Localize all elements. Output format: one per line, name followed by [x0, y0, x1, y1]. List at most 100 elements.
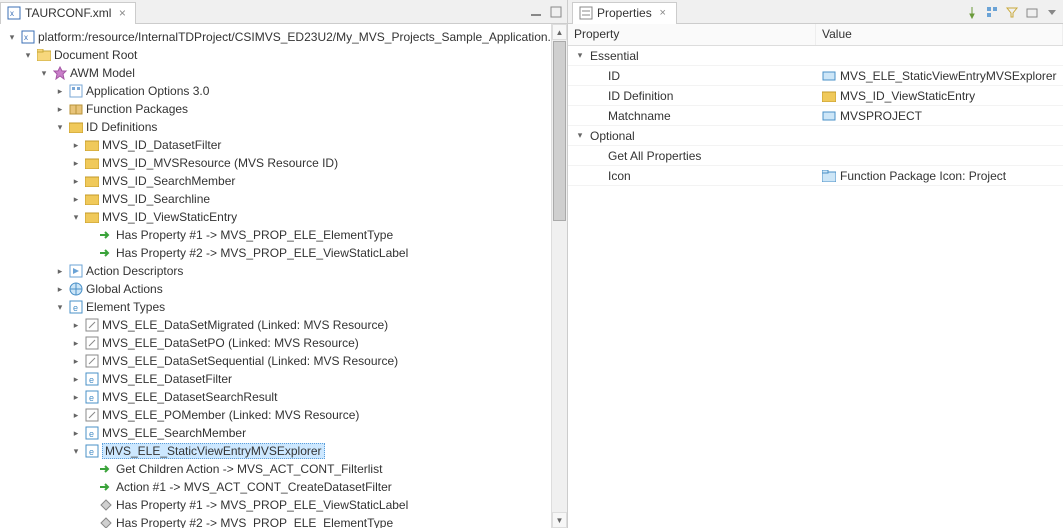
categories-icon[interactable] [985, 5, 999, 19]
property-group-essential[interactable]: ▾Essential [568, 46, 1063, 66]
collapse-icon[interactable]: ▸ [70, 409, 82, 421]
collapse-icon[interactable]: ▸ [54, 103, 66, 115]
collapse-icon[interactable]: ▸ [70, 175, 82, 187]
expand-icon[interactable]: ▾ [574, 130, 586, 141]
tree-row-ele-staticview[interactable]: ▾eMVS_ELE_StaticViewEntryMVSExplorer [4, 442, 567, 460]
tree-row[interactable]: ▸MVS_ELE_DataSetSequential (Linked: MVS … [4, 352, 567, 370]
menu-icon[interactable] [1045, 5, 1059, 19]
properties-tab-bar: Properties × [568, 0, 1063, 24]
id-folder-icon [822, 89, 836, 103]
collapse-icon[interactable]: ▸ [70, 391, 82, 403]
editor-tab-taurconf[interactable]: x TAURCONF.xml × [0, 2, 136, 24]
collapse-icon[interactable]: ▸ [54, 265, 66, 277]
filter-icon[interactable] [1005, 5, 1019, 19]
tree-row[interactable]: ▸MVS_ID_Searchline [4, 190, 567, 208]
tree-label: Has Property #2 -> MVS_PROP_ELE_ViewStat… [116, 246, 408, 260]
tree-row[interactable]: ▸MVS_ELE_DataSetMigrated (Linked: MVS Re… [4, 316, 567, 334]
collapse-icon[interactable]: ▸ [70, 355, 82, 367]
scroll-down-icon[interactable]: ▼ [552, 512, 567, 528]
vertical-scrollbar[interactable]: ▲ ▼ [551, 24, 567, 528]
collapse-icon[interactable]: ▸ [54, 85, 66, 97]
expand-icon[interactable]: ▾ [54, 301, 66, 313]
scroll-up-icon[interactable]: ▲ [552, 24, 567, 40]
tree-row-global-actions[interactable]: ▸ Global Actions [4, 280, 567, 298]
property-row-iddef[interactable]: ID Definition MVS_ID_ViewStaticEntry [568, 86, 1063, 106]
minimize-icon[interactable] [529, 5, 543, 19]
property-group-optional[interactable]: ▾Optional [568, 126, 1063, 146]
tree-row[interactable]: ▸MVS_ELE_POMember (Linked: MVS Resource) [4, 406, 567, 424]
tree-row[interactable]: Has Property #1 -> MVS_PROP_ELE_ElementT… [4, 226, 567, 244]
tree-row-awm-model[interactable]: ▾ AWM Model [4, 64, 567, 82]
tree-row-id-definitions[interactable]: ▾ ID Definitions [4, 118, 567, 136]
pin-icon[interactable] [965, 5, 979, 19]
tree-label: Element Types [86, 300, 165, 314]
restore-defaults-icon[interactable] [1025, 5, 1039, 19]
collapse-icon[interactable]: ▸ [70, 427, 82, 439]
collapse-icon[interactable]: ▸ [70, 139, 82, 151]
xml-file-icon: x [7, 6, 21, 20]
tree-label: Global Actions [86, 282, 163, 296]
column-property[interactable]: Property [568, 24, 816, 45]
property-row-matchname[interactable]: Matchname MVSPROJECT [568, 106, 1063, 126]
property-row-icon[interactable]: Icon Function Package Icon: Project [568, 166, 1063, 186]
id-icon [84, 191, 100, 207]
tree-row[interactable]: ▸eMVS_ELE_DatasetFilter [4, 370, 567, 388]
model-tree[interactable]: ▾ x platform:/resource/InternalTDProject… [0, 24, 567, 528]
tree-row[interactable]: ▸ MVS_ELE_DataSetPO (Linked: MVS Resource… [4, 334, 567, 352]
property-label: ID Definition [608, 89, 673, 103]
collapse-icon[interactable]: ▸ [70, 157, 82, 169]
svg-text:x: x [10, 9, 14, 18]
tree-row-element-types[interactable]: ▾eElement Types [4, 298, 567, 316]
close-icon[interactable]: × [656, 6, 670, 20]
collapse-icon[interactable]: ▸ [54, 283, 66, 295]
property-row-getall[interactable]: Get All Properties [568, 146, 1063, 166]
package-icon [68, 101, 84, 117]
tree-row-func-packages[interactable]: ▸ Function Packages [4, 100, 567, 118]
tree-row[interactable]: ▸MVS_ID_SearchMember [4, 172, 567, 190]
tree-row-app-options[interactable]: ▸ Application Options 3.0 [4, 82, 567, 100]
property-row-id[interactable]: ID MVS_ELE_StaticViewEntryMVSExplorer [568, 66, 1063, 86]
tree-row-id-viewstatic[interactable]: ▾ MVS_ID_ViewStaticEntry [4, 208, 567, 226]
collapse-icon[interactable]: ▸ [70, 373, 82, 385]
element-linked-icon [84, 407, 100, 423]
tree-row-resource[interactable]: ▾ x platform:/resource/InternalTDProject… [4, 28, 567, 46]
expand-icon[interactable]: ▾ [22, 49, 34, 61]
tree-row[interactable]: ▸MVS_ID_DatasetFilter [4, 136, 567, 154]
collapse-icon[interactable]: ▸ [70, 337, 82, 349]
tree-label: Action Descriptors [86, 264, 183, 278]
tree-row[interactable]: Has Property #1 -> MVS_PROP_ELE_ViewStat… [4, 496, 567, 514]
tree-row[interactable]: ▸eMVS_ELE_DatasetSearchResult [4, 388, 567, 406]
close-icon[interactable]: × [115, 6, 129, 20]
collapse-icon[interactable]: ▸ [70, 193, 82, 205]
properties-icon [579, 6, 593, 20]
tree-label: MVS_ELE_DatasetSearchResult [102, 390, 277, 404]
tree-label: Has Property #2 -> MVS_PROP_ELE_ElementT… [116, 516, 393, 528]
tree-row[interactable]: Has Property #2 -> MVS_PROP_ELE_ElementT… [4, 514, 567, 528]
tree-row[interactable]: ▸MVS_ID_MVSResource (MVS Resource ID) [4, 154, 567, 172]
expand-icon[interactable]: ▾ [38, 67, 50, 79]
expand-icon[interactable]: ▾ [6, 31, 18, 43]
arrow-right-icon [98, 461, 114, 477]
properties-tab[interactable]: Properties × [572, 2, 677, 24]
column-value[interactable]: Value [816, 24, 1063, 45]
tree-row-action-descriptors[interactable]: ▸ Action Descriptors [4, 262, 567, 280]
expand-icon[interactable]: ▾ [70, 211, 82, 223]
scroll-thumb[interactable] [553, 41, 566, 221]
tree-row[interactable]: Get Children Action -> MVS_ACT_CONT_Filt… [4, 460, 567, 478]
tree-row[interactable]: ▸eMVS_ELE_SearchMember [4, 424, 567, 442]
expand-icon[interactable]: ▾ [574, 50, 586, 61]
maximize-icon[interactable] [549, 5, 563, 19]
scroll-track[interactable] [552, 222, 567, 512]
tree-label: Document Root [54, 48, 137, 62]
expand-icon[interactable]: ▾ [54, 121, 66, 133]
expand-icon[interactable]: ▾ [70, 445, 82, 457]
tree-row[interactable]: Has Property #2 -> MVS_PROP_ELE_ViewStat… [4, 244, 567, 262]
tree-label: MVS_ID_ViewStaticEntry [102, 210, 237, 224]
tree-label: AWM Model [70, 66, 135, 80]
tree-label: MVS_ELE_DataSetPO (Linked: MVS Resource) [102, 336, 359, 350]
editor-tab-bar: x TAURCONF.xml × [0, 0, 567, 24]
tree-row-doc-root[interactable]: ▾ Document Root [4, 46, 567, 64]
svg-text:x: x [24, 33, 28, 42]
collapse-icon[interactable]: ▸ [70, 319, 82, 331]
tree-row[interactable]: Action #1 -> MVS_ACT_CONT_CreateDatasetF… [4, 478, 567, 496]
